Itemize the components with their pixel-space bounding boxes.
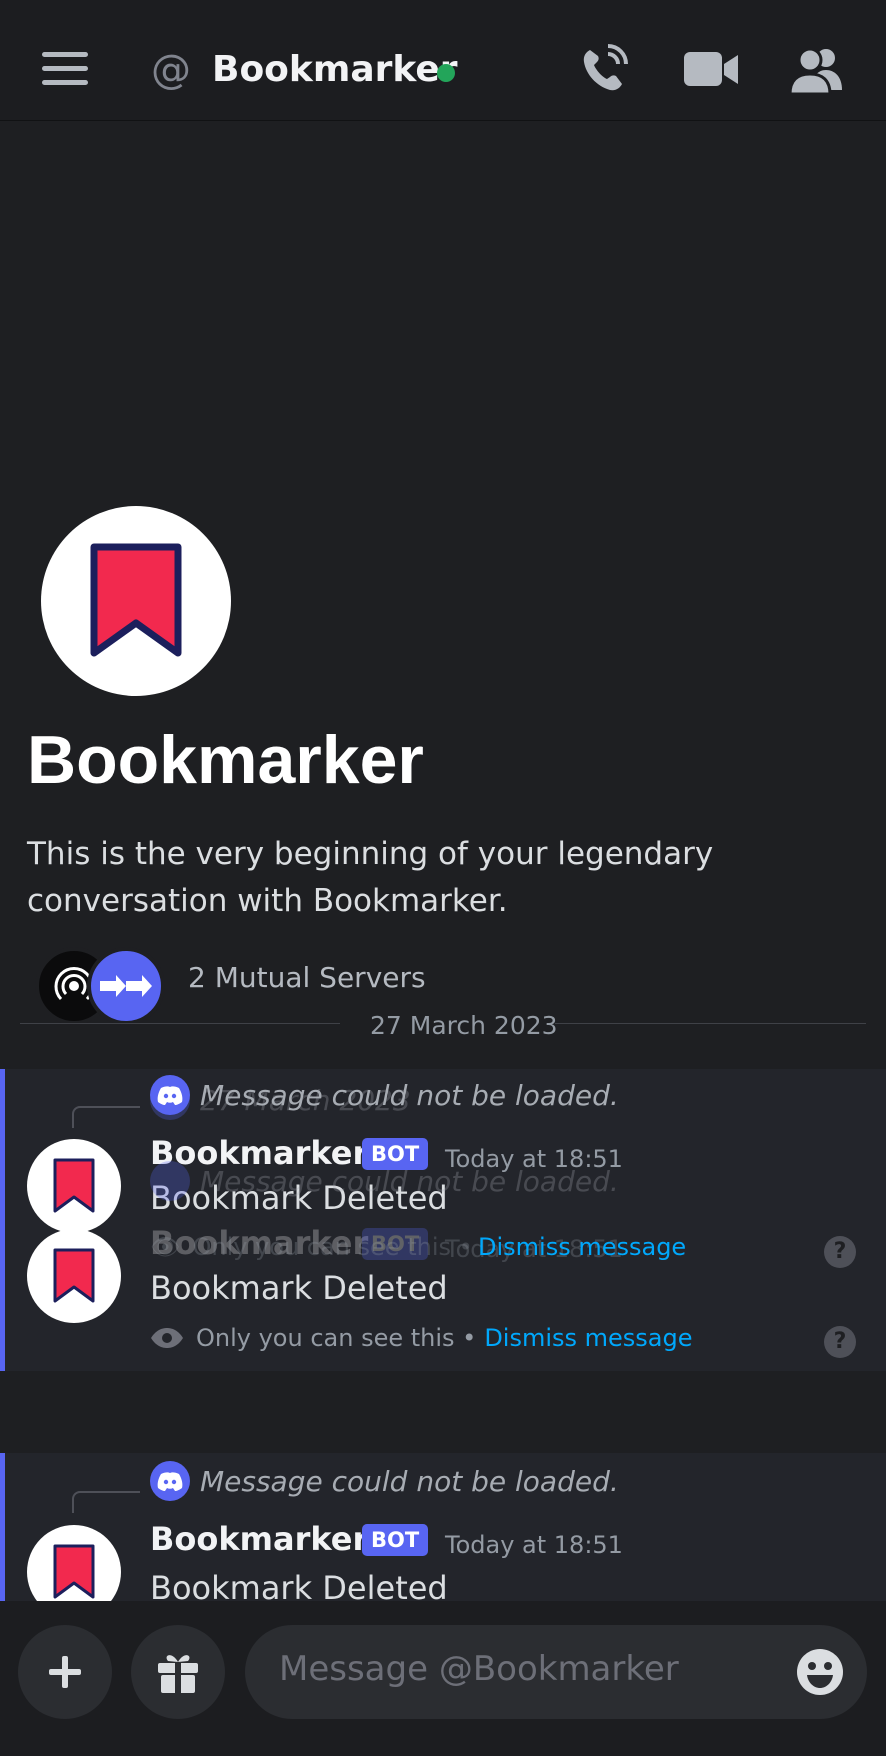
dismiss-message-link[interactable]: Dismiss message <box>484 1324 692 1352</box>
at-icon: @ <box>151 47 191 93</box>
message-input[interactable]: Message @Bookmarker <box>245 1625 867 1719</box>
mutual-servers[interactable]: 2 Mutual Servers <box>35 947 635 1025</box>
add-attachment-button[interactable] <box>18 1625 112 1719</box>
bot-avatar-large[interactable] <box>41 506 231 696</box>
hamburger-menu-icon[interactable] <box>42 52 88 88</box>
message-avatar[interactable] <box>27 1139 121 1233</box>
message-body: Bookmark Deleted <box>150 1569 448 1601</box>
help-icon[interactable]: ? <box>824 1236 856 1268</box>
mutual-servers-label: 2 Mutual Servers <box>188 961 426 994</box>
composer-bar: Message @Bookmarker <box>0 1601 886 1756</box>
message-avatar[interactable] <box>27 1229 121 1323</box>
reply-text: Message could not be loaded. <box>200 1078 619 1112</box>
top-bar: @ Bookmarker <box>0 0 886 121</box>
ephemeral-notice: Only you can see this • Dismiss message <box>150 1324 693 1352</box>
phone-call-icon[interactable] <box>576 44 634 96</box>
message-timestamp: Today at 18:51 <box>445 1531 623 1559</box>
gift-button[interactable] <box>131 1625 225 1719</box>
ghost-reply-line: Message could not be loaded. <box>150 1161 619 1201</box>
ghost-ephemeral-notice: 👁 Only you can see this • <box>150 1233 473 1261</box>
message-author[interactable]: Bookmarker <box>150 1520 368 1558</box>
bookmark-logo-icon <box>90 543 182 657</box>
bookmark-logo-icon <box>53 1544 95 1599</box>
message-body: Bookmark Deleted <box>150 1269 448 1307</box>
members-icon[interactable] <box>788 44 846 96</box>
profile-name: Bookmarker <box>27 722 424 798</box>
bookmark-logo-icon <box>53 1158 95 1213</box>
reply-spine <box>72 1106 140 1128</box>
reply-reference[interactable]: Message could not be loaded. <box>150 1461 619 1501</box>
channel-title[interactable]: Bookmarker <box>212 44 458 96</box>
gift-icon <box>158 1655 198 1693</box>
eye-icon <box>151 1328 183 1348</box>
chat-scroll-area[interactable]: Bookmarker This is the very beginning of… <box>0 121 886 1601</box>
plus-icon <box>49 1656 81 1688</box>
date-divider-text: 27 March 2023 <box>370 1011 558 1040</box>
bookmark-logo-icon <box>53 1248 95 1303</box>
bot-tag: BOT <box>362 1524 429 1556</box>
help-icon[interactable]: ? <box>824 1326 856 1358</box>
online-status-dot <box>437 64 455 82</box>
discord-icon <box>150 1461 190 1501</box>
intro-text: This is the very beginning of your legen… <box>27 836 714 919</box>
dismiss-link-ghost[interactable]: Dismiss message <box>470 1233 686 1261</box>
video-camera-icon[interactable] <box>682 44 740 96</box>
reply-text: Message could not be loaded. <box>200 1464 619 1498</box>
emoji-icon[interactable] <box>795 1647 845 1697</box>
date-divider: 27 March 2023 <box>20 1011 866 1040</box>
reply-spine <box>72 1491 140 1513</box>
reply-reference[interactable]: Message could not be loaded. <box>150 1075 619 1115</box>
discord-icon <box>150 1075 190 1115</box>
eye-icon: 👁 <box>150 1233 181 1261</box>
arrows-icon <box>100 975 152 997</box>
message-input-placeholder: Message @Bookmarker <box>279 1649 679 1689</box>
